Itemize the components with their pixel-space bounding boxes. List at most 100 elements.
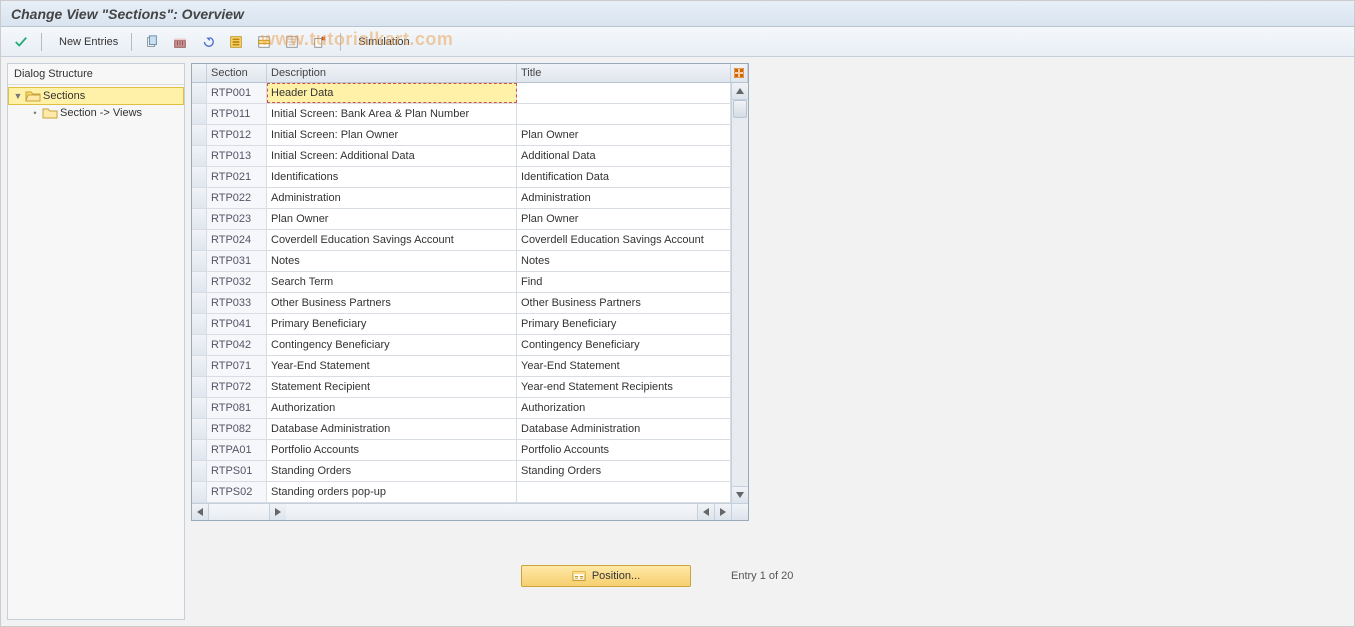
cell-section[interactable]: RTP013: [207, 146, 267, 166]
table-row[interactable]: RTP033Other Business PartnersOther Busin…: [192, 293, 731, 314]
cell-description[interactable]: Database Administration: [267, 419, 517, 439]
table-settings-button[interactable]: [731, 64, 748, 82]
cell-title[interactable]: Administration: [517, 188, 731, 208]
table-row[interactable]: RTP032Search TermFind: [192, 272, 731, 293]
cell-section[interactable]: RTP033: [207, 293, 267, 313]
tree-toggle-icon[interactable]: ▼: [13, 91, 23, 101]
row-selector[interactable]: [192, 314, 207, 334]
cell-section[interactable]: RTP012: [207, 125, 267, 145]
row-selector[interactable]: [192, 440, 207, 460]
cell-section[interactable]: RTP001: [207, 83, 267, 103]
row-selector[interactable]: [192, 293, 207, 313]
cell-section[interactable]: RTP021: [207, 167, 267, 187]
row-selector[interactable]: [192, 125, 207, 145]
cell-section[interactable]: RTP022: [207, 188, 267, 208]
row-selector[interactable]: [192, 377, 207, 397]
scroll-thumb[interactable]: [733, 100, 747, 118]
row-selector[interactable]: [192, 188, 207, 208]
table-row[interactable]: RTP041Primary BeneficiaryPrimary Benefic…: [192, 314, 731, 335]
cell-description[interactable]: Initial Screen: Plan Owner: [267, 125, 517, 145]
cell-description[interactable]: Initial Screen: Additional Data: [267, 146, 517, 166]
new-entries-button[interactable]: New Entries: [50, 32, 123, 52]
table-row[interactable]: RTP013Initial Screen: Additional DataAdd…: [192, 146, 731, 167]
cell-title[interactable]: Standing Orders: [517, 461, 731, 481]
row-selector[interactable]: [192, 146, 207, 166]
column-header-title[interactable]: Title: [517, 64, 731, 82]
table-row[interactable]: RTP022AdministrationAdministration: [192, 188, 731, 209]
column-header-selector[interactable]: [192, 64, 207, 82]
cell-section[interactable]: RTP071: [207, 356, 267, 376]
table-row[interactable]: RTP082Database AdministrationDatabase Ad…: [192, 419, 731, 440]
scroll-right-button-2[interactable]: [714, 504, 731, 520]
row-selector[interactable]: [192, 272, 207, 292]
cell-section[interactable]: RTPS01: [207, 461, 267, 481]
cell-title[interactable]: Additional Data: [517, 146, 731, 166]
table-row[interactable]: RTPS01Standing OrdersStanding Orders: [192, 461, 731, 482]
tree-item-sections[interactable]: ▼ Sections: [8, 87, 184, 105]
cell-section[interactable]: RTPS02: [207, 482, 267, 502]
cell-description[interactable]: Year-End Statement: [267, 356, 517, 376]
scroll-up-button[interactable]: [732, 83, 748, 100]
cell-section[interactable]: RTPA01: [207, 440, 267, 460]
table-row[interactable]: RTPS02Standing orders pop-up: [192, 482, 731, 503]
scroll-right-button-1[interactable]: [269, 504, 286, 520]
column-header-description[interactable]: Description: [267, 64, 517, 82]
table-row[interactable]: RTP021IdentificationsIdentification Data: [192, 167, 731, 188]
row-selector[interactable]: [192, 398, 207, 418]
cell-title[interactable]: Authorization: [517, 398, 731, 418]
column-header-section[interactable]: Section: [207, 64, 267, 82]
row-selector[interactable]: [192, 419, 207, 439]
cell-description[interactable]: Authorization: [267, 398, 517, 418]
row-selector[interactable]: [192, 104, 207, 124]
cell-description[interactable]: Standing Orders: [267, 461, 517, 481]
cell-description[interactable]: Administration: [267, 188, 517, 208]
row-selector[interactable]: [192, 461, 207, 481]
copy-as-button[interactable]: [140, 32, 164, 52]
row-selector[interactable]: [192, 230, 207, 250]
cell-section[interactable]: RTP072: [207, 377, 267, 397]
table-row[interactable]: RTP011Initial Screen: Bank Area & Plan N…: [192, 104, 731, 125]
cell-title[interactable]: Plan Owner: [517, 125, 731, 145]
table-row[interactable]: RTP042Contingency BeneficiaryContingency…: [192, 335, 731, 356]
cell-description[interactable]: Plan Owner: [267, 209, 517, 229]
horizontal-scrollbar[interactable]: [192, 503, 748, 520]
select-block-button[interactable]: [252, 32, 276, 52]
cell-section[interactable]: RTP081: [207, 398, 267, 418]
cell-section[interactable]: RTP042: [207, 335, 267, 355]
cell-description[interactable]: Statement Recipient: [267, 377, 517, 397]
cell-title[interactable]: Coverdell Education Savings Account: [517, 230, 731, 250]
scroll-track[interactable]: [732, 100, 748, 486]
cell-title[interactable]: Primary Beneficiary: [517, 314, 731, 334]
cell-section[interactable]: RTP011: [207, 104, 267, 124]
cell-description[interactable]: Portfolio Accounts: [267, 440, 517, 460]
cell-section[interactable]: RTP082: [207, 419, 267, 439]
cell-title[interactable]: Identification Data: [517, 167, 731, 187]
row-selector[interactable]: [192, 356, 207, 376]
cell-title[interactable]: Notes: [517, 251, 731, 271]
cell-title[interactable]: Contingency Beneficiary: [517, 335, 731, 355]
row-selector[interactable]: [192, 335, 207, 355]
table-row[interactable]: RTP023Plan OwnerPlan Owner: [192, 209, 731, 230]
cell-description[interactable]: Primary Beneficiary: [267, 314, 517, 334]
cell-title[interactable]: Other Business Partners: [517, 293, 731, 313]
row-selector[interactable]: [192, 482, 207, 502]
table-row[interactable]: RTP001Header Data: [192, 83, 731, 104]
row-selector[interactable]: [192, 83, 207, 103]
table-row[interactable]: RTP012Initial Screen: Plan OwnerPlan Own…: [192, 125, 731, 146]
configuration-button[interactable]: [308, 32, 332, 52]
cell-title[interactable]: [517, 83, 731, 103]
cell-title[interactable]: Plan Owner: [517, 209, 731, 229]
table-row[interactable]: RTPA01Portfolio AccountsPortfolio Accoun…: [192, 440, 731, 461]
cell-title[interactable]: Find: [517, 272, 731, 292]
cell-description[interactable]: Identifications: [267, 167, 517, 187]
cell-description[interactable]: Notes: [267, 251, 517, 271]
row-selector[interactable]: [192, 209, 207, 229]
cell-section[interactable]: RTP041: [207, 314, 267, 334]
scroll-track-left[interactable]: [209, 504, 269, 520]
cell-section[interactable]: RTP032: [207, 272, 267, 292]
table-row[interactable]: RTP072Statement RecipientYear-end Statem…: [192, 377, 731, 398]
cell-title[interactable]: Year-end Statement Recipients: [517, 377, 731, 397]
cell-description[interactable]: Standing orders pop-up: [267, 482, 517, 502]
scroll-left-button-2[interactable]: [697, 504, 714, 520]
table-row[interactable]: RTP024Coverdell Education Savings Accoun…: [192, 230, 731, 251]
